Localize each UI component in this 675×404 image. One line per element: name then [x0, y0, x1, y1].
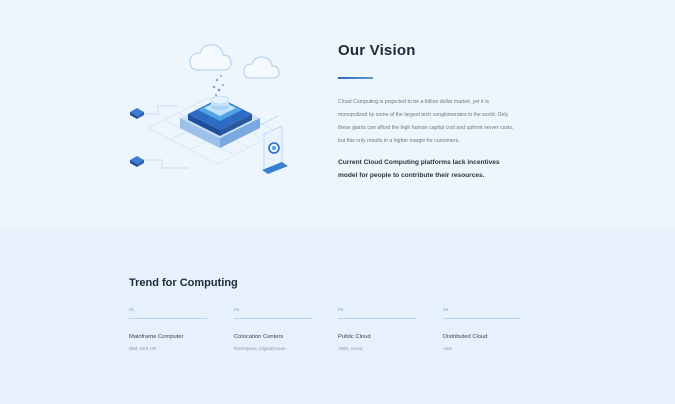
trend-section: Trend for Computing 01 Mainframe Compute… — [0, 228, 675, 404]
paragraph-line: monopolized by some of the largest tech … — [338, 112, 509, 118]
trend-title: Trend for Computing — [129, 277, 238, 289]
divider — [443, 318, 521, 319]
trend-item-public-cloud: 03 Public Cloud AWS, Azure — [338, 306, 418, 351]
emphasis-line: Current Cloud Computing platforms lack i… — [338, 159, 500, 166]
trend-item-number: 01 — [129, 308, 135, 313]
trend-item-number: 04 — [443, 308, 449, 313]
shield-icon — [262, 125, 288, 174]
divider — [129, 318, 207, 319]
divider — [338, 318, 416, 319]
trend-item-colocation: 02 Colocation Centers Rackspace, Digital… — [234, 306, 314, 351]
trend-item-examples: AWS, Azure — [338, 346, 363, 351]
trend-item-name: Public Cloud — [338, 334, 371, 340]
trend-item-mainframe: 01 Mainframe Computer IBM, Dell, HP — [129, 306, 209, 351]
trend-item-name: Distributed Cloud — [443, 334, 488, 340]
trend-item-number: 02 — [234, 308, 240, 313]
trend-item-examples: Aleo — [443, 346, 453, 351]
paragraph-line: these giants can afford the high human c… — [338, 125, 514, 131]
trend-item-name: Mainframe Computer — [129, 334, 184, 340]
vision-title: Our Vision — [338, 42, 416, 59]
cloud-icon — [189, 44, 280, 79]
cloud-server-illustration — [118, 36, 298, 196]
vision-emphasis: Current Cloud Computing platforms lack i… — [338, 156, 538, 182]
divider — [234, 318, 312, 319]
title-underline — [338, 77, 373, 79]
trend-item-distributed-cloud: 04 Distributed Cloud Aleo — [443, 306, 523, 351]
paragraph-line: but this only results in a higher margin… — [338, 138, 460, 144]
trend-item-examples: IBM, Dell, HP — [129, 346, 157, 351]
vision-section: Our Vision Cloud Computing is projected … — [0, 0, 675, 228]
emphasis-line: model for people to contribute their res… — [338, 172, 485, 179]
trend-item-number: 03 — [338, 308, 344, 313]
vision-paragraph: Cloud Computing is projected to be a tri… — [338, 96, 538, 148]
trend-item-examples: Rackspace, DigitalOcean — [234, 346, 286, 351]
trend-item-name: Colocation Centers — [234, 334, 284, 340]
paragraph-line: Cloud Computing is projected to be a tri… — [338, 99, 489, 105]
